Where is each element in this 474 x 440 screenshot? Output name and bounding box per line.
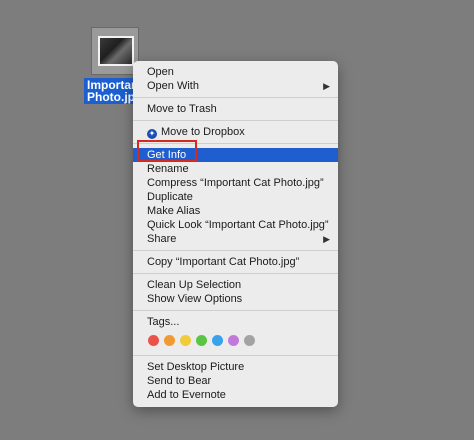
menu-item-rename-label: Rename — [147, 163, 189, 175]
menu-item-show-view-options[interactable]: Show View Options — [133, 292, 338, 306]
menu-item-copy[interactable]: Copy “Important Cat Photo.jpg” — [133, 255, 338, 269]
menu-item-open-with[interactable]: Open With ▶ — [133, 79, 338, 93]
menu-item-quick-look-label: Quick Look “Important Cat Photo.jpg” — [147, 219, 329, 231]
menu-item-add-to-evernote-label: Add to Evernote — [147, 389, 226, 401]
menu-separator — [133, 273, 338, 274]
menu-item-add-to-evernote[interactable]: Add to Evernote — [133, 388, 338, 402]
menu-item-make-alias-label: Make Alias — [147, 205, 201, 217]
menu-item-send-to-bear-label: Send to Bear — [147, 375, 212, 387]
tag-green-dot[interactable] — [196, 334, 207, 346]
tag-gray-dot[interactable] — [244, 334, 255, 346]
menu-item-get-info-label: Get Info — [147, 149, 187, 161]
menu-separator — [133, 310, 338, 311]
menu-item-set-desktop-picture-label: Set Desktop Picture — [147, 361, 245, 373]
menu-separator — [133, 97, 338, 98]
menu-item-open[interactable]: Open — [133, 65, 338, 79]
menu-separator — [133, 250, 338, 251]
menu-separator — [133, 355, 338, 356]
file-thumbnail[interactable] — [91, 27, 139, 75]
menu-item-make-alias[interactable]: Make Alias — [133, 204, 338, 218]
tag-red-dot[interactable] — [148, 334, 159, 346]
menu-item-clean-up-selection[interactable]: Clean Up Selection — [133, 278, 338, 292]
menu-item-set-desktop-picture[interactable]: Set Desktop Picture — [133, 360, 338, 374]
menu-item-tags[interactable]: Tags... — [133, 315, 338, 329]
menu-item-duplicate-label: Duplicate — [147, 191, 193, 203]
cat-photo-thumbnail — [98, 36, 134, 66]
menu-item-tags-label: Tags... — [147, 316, 180, 328]
submenu-arrow-icon: ▶ — [323, 81, 330, 91]
menu-item-share[interactable]: Share ▶ — [133, 232, 338, 246]
menu-separator — [133, 143, 338, 144]
menu-separator — [133, 120, 338, 121]
menu-item-share-label: Share — [147, 233, 177, 245]
menu-item-move-to-dropbox[interactable]: ✦ Move to Dropbox — [133, 125, 338, 139]
menu-item-move-to-dropbox-label: Move to Dropbox — [161, 126, 245, 138]
menu-item-get-info[interactable]: Get Info — [133, 148, 338, 162]
menu-item-copy-label: Copy “Important Cat Photo.jpg” — [147, 256, 300, 268]
menu-item-compress[interactable]: Compress “Important Cat Photo.jpg” — [133, 176, 338, 190]
menu-item-move-to-trash[interactable]: Move to Trash — [133, 102, 338, 116]
menu-item-show-view-options-label: Show View Options — [147, 293, 243, 305]
menu-item-clean-up-selection-label: Clean Up Selection — [147, 279, 242, 291]
context-menu: Open Open With ▶ Move to Trash ✦ Move to D… — [133, 61, 338, 407]
menu-item-open-with-label: Open With — [147, 80, 199, 92]
menu-item-rename[interactable]: Rename — [133, 162, 338, 176]
menu-item-move-to-trash-label: Move to Trash — [147, 103, 217, 115]
dropbox-icon: ✦ — [147, 129, 157, 139]
tag-purple-dot[interactable] — [228, 334, 239, 346]
submenu-arrow-icon: ▶ — [323, 234, 330, 244]
tag-yellow-dot[interactable] — [180, 334, 191, 346]
menu-item-quick-look[interactable]: Quick Look “Important Cat Photo.jpg” — [133, 218, 338, 232]
tag-colors-row — [133, 329, 338, 351]
menu-item-open-label: Open — [147, 66, 174, 78]
menu-item-send-to-bear[interactable]: Send to Bear — [133, 374, 338, 388]
menu-item-compress-label: Compress “Important Cat Photo.jpg” — [147, 177, 324, 189]
tag-blue-dot[interactable] — [212, 334, 223, 346]
menu-item-duplicate[interactable]: Duplicate — [133, 190, 338, 204]
tag-orange-dot[interactable] — [164, 334, 175, 346]
